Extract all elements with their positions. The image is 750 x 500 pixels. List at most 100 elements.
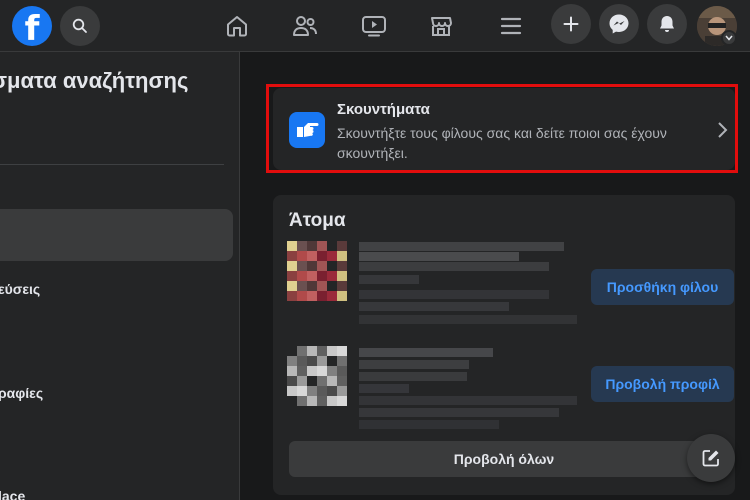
pixel-cell [317, 356, 327, 366]
account-menu-caret[interactable] [721, 30, 737, 46]
pixel-cell [307, 271, 317, 281]
nav-menu[interactable] [481, 6, 541, 46]
pixel-cell [307, 281, 317, 291]
pixel-cell [317, 251, 327, 261]
pixel-cell [337, 241, 347, 251]
messenger-button[interactable] [599, 4, 639, 44]
pixel-cell [317, 376, 327, 386]
pixel-cell [297, 346, 307, 356]
pixel-cell [337, 291, 347, 301]
person-2-avatar[interactable] [287, 346, 347, 406]
pixel-cell [287, 281, 297, 291]
pixel-cell [307, 376, 317, 386]
compose-icon [702, 450, 719, 467]
sidebar-divider [0, 164, 224, 165]
pixel-cell [327, 386, 337, 396]
search-button[interactable] [60, 6, 100, 46]
marketplace-icon [431, 17, 452, 36]
pixel-cell [337, 281, 347, 291]
pixel-cell [317, 396, 327, 406]
nav-home[interactable] [207, 6, 267, 46]
pixel-cell [337, 366, 347, 376]
friends-icon [293, 16, 317, 36]
pixel-cell [337, 376, 347, 386]
add-friend-button[interactable]: Προσθήκη φίλου [591, 269, 734, 305]
pixel-cell [297, 251, 307, 261]
nav-friends[interactable] [275, 6, 335, 46]
bell-icon [660, 16, 674, 32]
nav-marketplace[interactable] [411, 6, 471, 46]
pixel-cell [317, 386, 327, 396]
pixel-cell [287, 356, 297, 366]
pixel-cell [337, 271, 347, 281]
pixel-cell [307, 251, 317, 261]
pixel-cell [327, 251, 337, 261]
pixel-cell [307, 241, 317, 251]
pixel-cell [287, 241, 297, 251]
home-icon [227, 16, 247, 37]
notifications-button[interactable] [647, 4, 687, 44]
pixel-cell [327, 291, 337, 301]
video-icon [362, 16, 386, 37]
pixel-cell [297, 396, 307, 406]
pixel-cell [287, 271, 297, 281]
person-1-avatar[interactable] [287, 241, 347, 301]
pixel-cell [337, 346, 347, 356]
menu-icon [500, 17, 522, 35]
people-section-title: Άτομα [289, 210, 346, 231]
pixel-cell [307, 386, 317, 396]
pixel-cell [287, 376, 297, 386]
pixel-cell [337, 386, 347, 396]
view-all-button[interactable]: Προβολή όλων [289, 441, 719, 477]
pixel-cell [297, 261, 307, 271]
pixel-cell [287, 386, 297, 396]
view-profile-button[interactable]: Προβολή προφίλ [591, 366, 734, 402]
pixel-cell [297, 291, 307, 301]
pixel-cell [317, 271, 327, 281]
pixel-cell [327, 261, 337, 271]
search-filters-sidebar: σματα αναζήτησης εύσεις ραφίες lace [0, 52, 240, 500]
pixel-cell [327, 281, 337, 291]
create-button[interactable] [551, 4, 591, 44]
pixel-cell [297, 366, 307, 376]
pixel-cell [327, 356, 337, 366]
pixel-cell [327, 396, 337, 406]
sidebar-title: σματα αναζήτησης [0, 68, 189, 93]
pixel-cell [287, 291, 297, 301]
pixel-cell [317, 346, 327, 356]
pixel-cell [327, 366, 337, 376]
pixel-cell [287, 251, 297, 261]
sidebar-item-marketplace[interactable]: lace [0, 488, 25, 500]
pixel-cell [337, 356, 347, 366]
pixel-cell [327, 241, 337, 251]
pixel-cell [317, 366, 327, 376]
pixel-cell [337, 261, 347, 271]
pixel-cell [297, 241, 307, 251]
facebook-logo[interactable]: f [12, 6, 52, 46]
plus-icon [563, 16, 579, 32]
pixel-cell [327, 376, 337, 386]
pixel-cell [307, 346, 317, 356]
pixel-cell [287, 366, 297, 376]
messenger-icon [609, 14, 629, 34]
pixel-cell [337, 396, 347, 406]
search-icon [72, 18, 87, 33]
pixel-cell [327, 346, 337, 356]
chevron-down-icon [725, 35, 733, 41]
highlight-box [266, 84, 738, 173]
pixel-cell [317, 291, 327, 301]
sidebar-item-active[interactable] [0, 209, 233, 261]
pixel-cell [287, 396, 297, 406]
pixel-cell [307, 366, 317, 376]
sidebar-item-photos[interactable]: ραφίες [0, 385, 43, 401]
pixel-cell [297, 271, 307, 281]
nav-video[interactable] [344, 6, 404, 46]
pixel-cell [297, 376, 307, 386]
new-message-button[interactable] [687, 434, 735, 482]
pixel-cell [297, 281, 307, 291]
pixel-cell [307, 396, 317, 406]
sidebar-item-posts[interactable]: εύσεις [0, 281, 40, 297]
top-navigation-bar: f [0, 0, 750, 52]
pixel-cell [287, 346, 297, 356]
pixel-cell [317, 281, 327, 291]
